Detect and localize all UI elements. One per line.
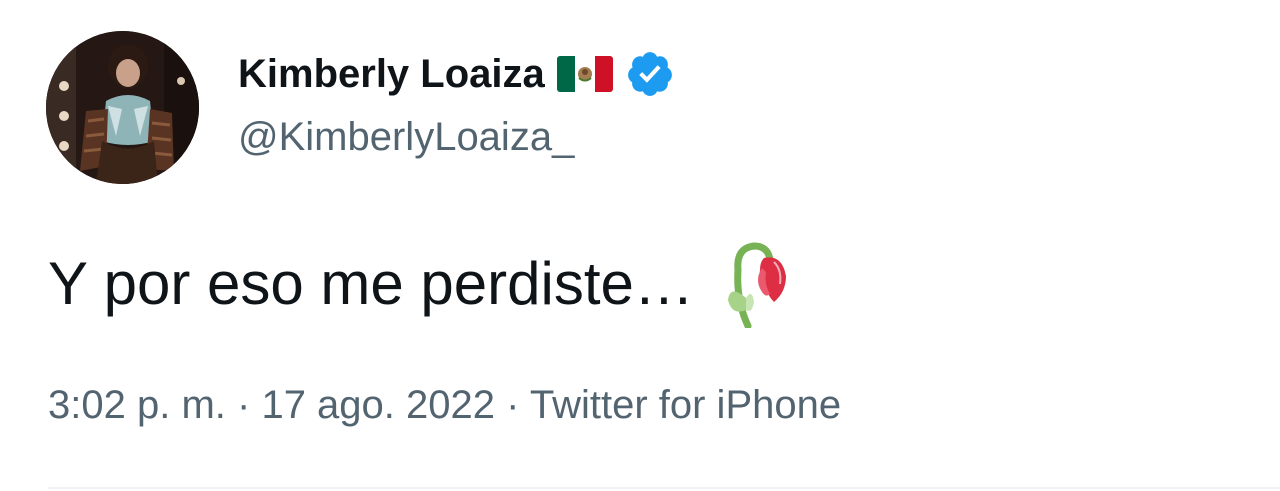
tweet-time: 3:02 p. m. <box>48 383 226 427</box>
author-handle[interactable]: @KimberlyLoaiza_ <box>238 112 574 162</box>
tweet-metadata: 3:02 p. m. · 17 ago. 2022 · Twitter for … <box>48 380 841 430</box>
author-name-row: Kimberly Loaiza <box>238 46 675 102</box>
tweet-date: 17 ago. 2022 <box>261 383 496 427</box>
meta-separator-2: · <box>506 383 520 427</box>
tweet-card: Kimberly Loaiza @KimberlyLoaiza_ Y por e… <box>0 0 1280 491</box>
avatar[interactable] <box>46 31 199 184</box>
wilted-flower-icon <box>724 240 788 330</box>
mexico-flag-icon <box>556 54 613 94</box>
tweet-body: Y por eso me perdiste… <box>48 242 788 330</box>
meta-separator: · <box>237 383 251 427</box>
tweet-timestamp-link[interactable]: 3:02 p. m. · 17 ago. 2022 <box>48 383 495 427</box>
author-display-name[interactable]: Kimberly Loaiza <box>238 46 545 102</box>
tweet-source-link[interactable]: Twitter for iPhone <box>530 383 841 427</box>
tweet-text: Y por eso me perdiste… <box>48 250 694 317</box>
verified-badge-icon <box>625 49 675 99</box>
divider <box>48 487 1280 489</box>
avatar-image <box>46 31 199 184</box>
